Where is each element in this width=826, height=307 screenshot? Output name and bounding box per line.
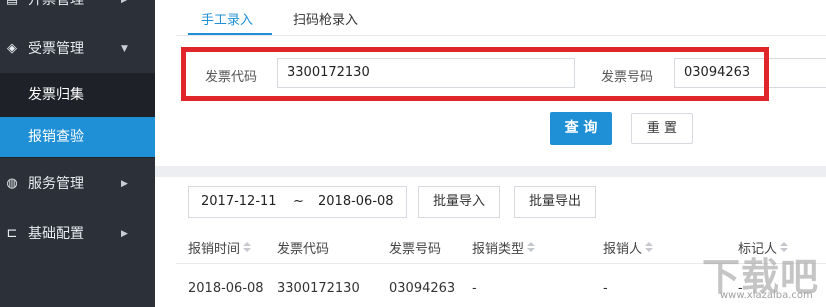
date-separator: ~ (293, 194, 304, 209)
sidebar-subitem-label: 报销查验 (28, 129, 84, 145)
highlight-annotation-frame (181, 47, 769, 101)
batch-import-button[interactable]: 批量导入 (418, 186, 500, 218)
sidebar-item-config[interactable]: ⊏ 基础配置 ▶ (0, 213, 155, 255)
tab-scanner-entry[interactable]: 扫码枪录入 (293, 9, 358, 28)
watermark-logo: 下载吧 www.xiazaiba.com (698, 246, 822, 304)
column-header-reimburse-time[interactable]: 报销时间 (188, 238, 252, 257)
config-icon: ⊏ (6, 226, 18, 241)
date-range-picker[interactable]: 2017-12-11 ~ 2018-06-08 (188, 186, 407, 218)
table-cell: - (472, 281, 477, 296)
globe-icon: ◍ (6, 176, 18, 191)
layers-icon: ◈ (7, 41, 17, 56)
invoice-icon: ▤ (4, 0, 20, 21)
sort-icon[interactable] (645, 242, 654, 254)
column-header-reimburser[interactable]: 报销人 (603, 238, 654, 257)
sidebar-subitem-label: 发票归集 (28, 87, 84, 103)
chevron-right-icon: ▶ (121, 229, 128, 239)
sidebar-submenu: 发票归集 报销查验 (0, 73, 155, 158)
table-cell: - (603, 281, 608, 296)
sidebar-item-label: 受票管理 (28, 41, 84, 57)
sidebar: ▤ 开票管理 ▶ ◈ 受票管理 ▼ 发票归集 报销查验 ◍ 服务管理 ▶ ⊏ 基… (0, 0, 155, 307)
table-cell: 3300172130 (277, 281, 360, 296)
query-button[interactable]: 查 询 (550, 112, 612, 145)
watermark-url: www.xiazaiba.com (720, 290, 813, 301)
section-divider (155, 166, 826, 177)
sidebar-subitem-verification[interactable]: 报销查验 (0, 117, 155, 157)
sidebar-item-label: 开票管理 (28, 0, 84, 8)
sidebar-item-label: 服务管理 (28, 176, 84, 192)
sidebar-item-service[interactable]: ◍ 服务管理 ▶ (0, 163, 155, 205)
chevron-down-icon: ▼ (121, 44, 128, 54)
sort-icon[interactable] (243, 242, 252, 254)
sidebar-item-receiving[interactable]: ◈ 受票管理 ▼ (0, 28, 155, 70)
date-end[interactable]: 2018-06-08 (318, 194, 394, 209)
table-cell: 03094263 (389, 281, 456, 296)
reset-button[interactable]: 重 置 (631, 113, 693, 144)
column-header-invoice-code: 发票代码 (277, 242, 330, 257)
tab-manual-entry[interactable]: 手工录入 (201, 9, 253, 28)
column-header-invoice-number: 发票号码 (389, 242, 442, 257)
sidebar-item-invoicing[interactable]: ▤ 开票管理 ▶ (0, 0, 155, 21)
batch-export-button[interactable]: 批量导出 (514, 186, 596, 218)
column-header-label: 报销时间 (188, 242, 241, 257)
chevron-right-icon: ▶ (121, 0, 128, 5)
tabs-divider (176, 35, 826, 36)
sidebar-subitem-collection[interactable]: 发票归集 (0, 75, 155, 115)
date-start[interactable]: 2017-12-11 (201, 194, 277, 209)
sidebar-item-label: 基础配置 (28, 226, 84, 242)
column-header-reimburse-type[interactable]: 报销类型 (472, 238, 536, 257)
column-header-label: 报销类型 (472, 242, 525, 257)
table-cell: 2018-06-08 (188, 281, 264, 296)
chevron-right-icon: ▶ (121, 179, 128, 189)
column-header-label: 报销人 (603, 242, 643, 257)
sort-icon[interactable] (527, 242, 536, 254)
